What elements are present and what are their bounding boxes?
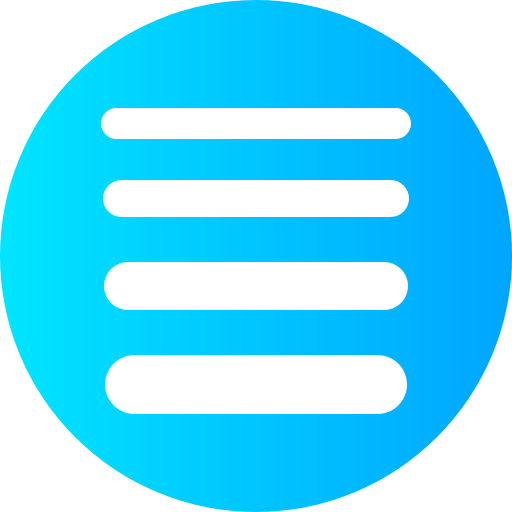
menu-bar-1 bbox=[101, 108, 411, 139]
icon-stage bbox=[0, 0, 512, 512]
menu-bar-3 bbox=[104, 262, 408, 310]
menu-bar-2 bbox=[103, 180, 409, 217]
menu-lines-icon bbox=[0, 0, 512, 512]
menu-bar-4 bbox=[105, 355, 407, 414]
icon-circle-background bbox=[0, 0, 512, 512]
